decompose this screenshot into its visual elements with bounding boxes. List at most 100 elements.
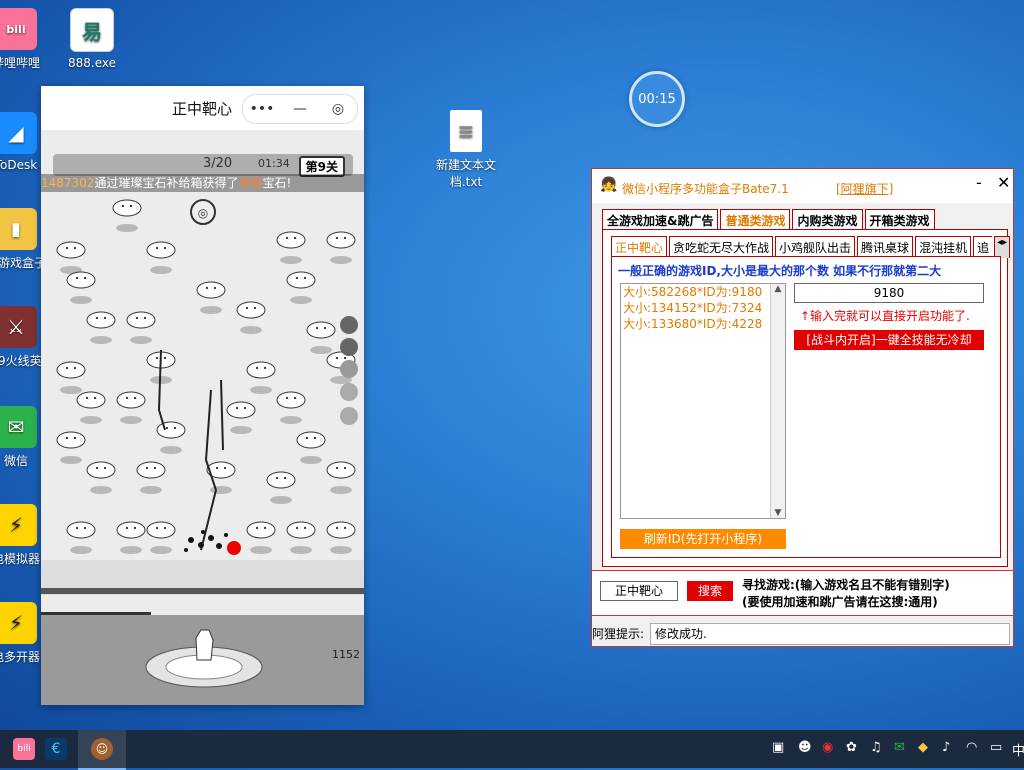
cloud-creature	[306, 321, 336, 339]
cloud-creature	[286, 271, 316, 289]
tab-normal-games[interactable]: 普通类游戏	[720, 209, 791, 231]
weibo-tray-icon[interactable]: ◉	[822, 740, 833, 755]
brand-link[interactable]: [阿狸旗下]	[836, 180, 893, 197]
cloud-creature	[112, 199, 142, 217]
cloud-creature	[146, 521, 176, 539]
taskbar-ide[interactable]: €	[32, 730, 80, 768]
subtab-billiards[interactable]: 腾讯桌球	[857, 236, 914, 258]
game-search-input[interactable]: 正中靶心	[600, 581, 678, 601]
close-button[interactable]: ✕	[997, 173, 1010, 192]
cloud-creature	[266, 471, 296, 489]
bullseye-panel: 一般正确的游戏ID,大小是最大的那个数 如果不行那就第二大 大小:582268*…	[611, 256, 1001, 558]
app-tray-icon[interactable]: ✿	[846, 740, 857, 755]
scrollbar[interactable]: ▲ ▼	[770, 284, 785, 518]
tool-window: 👧 微信小程序多功能盒子Bate7.1 [阿狸旗下] - ✕ 全游戏加速&跳广告…	[591, 168, 1014, 647]
cloud-shadow	[70, 296, 92, 304]
cloud-shadow	[150, 546, 172, 554]
list-item[interactable]: 大小:582268*ID为:9180	[621, 284, 785, 300]
game-scene: ◎	[41, 199, 364, 705]
desktop-icon-label: 哔哩哔哩	[0, 56, 40, 70]
id-input-note: ↑输入完就可以直接开启功能了.	[800, 309, 970, 323]
game-hud: 3/20 01:34 第9关	[53, 154, 353, 177]
status-bar: 阿狸提示: 修改成功.	[592, 623, 1013, 645]
cloud-creature	[246, 521, 276, 539]
more-icon[interactable]: •••	[243, 101, 281, 117]
cloud-shadow	[120, 416, 142, 424]
list-item[interactable]: 大小:134152*ID为:7324	[621, 300, 785, 316]
subtab-snake[interactable]: 贪吃蛇无尽大作战	[669, 236, 774, 258]
subtab-more[interactable]: 追	[973, 236, 993, 258]
avatar-icon: ☺	[91, 738, 113, 760]
cloud-shadow	[270, 496, 292, 504]
scroll-down-icon[interactable]: ▼	[771, 508, 785, 518]
cloud-shadow	[60, 456, 82, 464]
id-hint: 一般正确的游戏ID,大小是最大的那个数 如果不行那就第二大	[618, 264, 942, 278]
cloud-creature	[236, 301, 266, 319]
desktop-icon-888[interactable]: 易 888.exe	[56, 8, 128, 70]
cloud-creature	[56, 361, 86, 379]
game-id-input[interactable]: 9180	[794, 283, 984, 303]
tab-in-app-purchase[interactable]: 内购类游戏	[792, 209, 863, 231]
stage-counter: 3/20	[203, 156, 233, 171]
stage-timer: 01:34	[258, 157, 290, 170]
cloud-creature	[86, 461, 116, 479]
volume-icon[interactable]: ♪	[942, 740, 950, 755]
minimize-button[interactable]: -	[976, 173, 982, 192]
ticker-text: 通过璀璨宝石补给箱获得了	[94, 176, 239, 190]
tab-scroll-arrows-icon[interactable]: ◂▸	[994, 236, 1011, 258]
wifi-icon[interactable]: ◠	[966, 740, 977, 755]
shield-tray-icon[interactable]: ◆	[918, 740, 928, 755]
cloud-shadow	[210, 486, 232, 494]
input-language[interactable]: 中	[1012, 740, 1024, 759]
game-subtabs: 正中靶心 贪吃蛇无尽大作战 小鸡舰队出击 腾讯桌球 混沌挂机 追 ◂▸	[611, 236, 1012, 258]
close-icon[interactable]: ◎	[319, 101, 357, 117]
app-logo-icon: 👧	[600, 177, 618, 193]
emulator-icon: ⚡	[0, 504, 37, 546]
battery-icon[interactable]: ▭	[990, 740, 1002, 755]
search-area: 正中靶心 搜索 寻找游戏:(输入游戏名且不能有错别字) (要使用加速和跳广告请在…	[592, 570, 1013, 616]
tab-panel: 正中靶心 贪吃蛇无尽大作战 小鸡舰队出击 腾讯桌球 混沌挂机 追 ◂▸ 一般正确…	[602, 229, 1011, 567]
desktop-icon-bilibili[interactable]: bili 哔哩哔哩	[0, 8, 52, 71]
bilibili-tray-icon[interactable]: ▣	[772, 740, 784, 755]
list-item[interactable]: 大小:133680*ID为:4228	[621, 316, 785, 332]
ide-icon: €	[45, 738, 67, 760]
cloud-creature	[286, 521, 316, 539]
qq-tray-icon[interactable]: ☻	[798, 740, 812, 755]
cloud-shadow	[70, 546, 92, 554]
taskbar-tool[interactable]: ☺	[78, 730, 126, 770]
cloud-shadow	[330, 546, 352, 554]
cloud-shadow	[330, 256, 352, 264]
cloud-creature	[136, 461, 166, 479]
capsule-menu: ••• — ◎	[242, 94, 358, 124]
headset-tray-icon[interactable]: ♫	[870, 740, 882, 755]
cloud-creature	[196, 281, 226, 299]
main-tabs: 全游戏加速&跳广告 普通类游戏 内购类游戏 开箱类游戏	[602, 209, 937, 231]
desktop-icon-textfile[interactable]: ≡ 新建文本文档.txt	[430, 110, 502, 190]
id-listbox[interactable]: 大小:582268*ID为:9180 大小:134152*ID为:7324 大小…	[620, 283, 786, 519]
wechat-tray-icon[interactable]: ✉	[894, 740, 905, 755]
subtab-chick-fleet[interactable]: 小鸡舰队出击	[775, 236, 856, 258]
tab-speedup-skip-ads[interactable]: 全游戏加速&跳广告	[602, 209, 719, 231]
game-canvas[interactable]: ◎ 3/20 01:34 第9关 1487302通过璀璨宝石补给箱获得了传奇宝石…	[41, 130, 364, 705]
cloud-shadow	[250, 386, 272, 394]
game-icon: ⚔	[0, 306, 37, 348]
cloud-creature	[326, 231, 356, 249]
no-cooldown-button[interactable]: [战斗内开启]一键全技能无冷却	[794, 330, 984, 350]
cloud-shadow	[230, 426, 252, 434]
cloud-shadow	[80, 416, 102, 424]
cloud-creature	[56, 431, 86, 449]
refresh-id-button[interactable]: 刷新ID(先打开小程序)	[620, 529, 786, 549]
floating-timer[interactable]: 00:15	[629, 71, 685, 127]
cloud-creature	[326, 521, 356, 539]
cloud-shadow	[250, 546, 272, 554]
scroll-up-icon[interactable]: ▲	[771, 284, 785, 294]
tool-titlebar: 👧 微信小程序多功能盒子Bate7.1 [阿狸旗下] - ✕	[592, 169, 1013, 203]
search-button[interactable]: 搜索	[687, 581, 733, 601]
tab-box-games[interactable]: 开箱类游戏	[864, 209, 935, 231]
subtab-bullseye[interactable]: 正中靶心	[611, 236, 668, 258]
subtab-chaos-idle[interactable]: 混沌挂机	[915, 236, 972, 258]
minimize-icon[interactable]: —	[281, 101, 319, 117]
bilibili-icon: bili	[0, 8, 37, 50]
ticker-rarity: 传奇	[238, 176, 263, 190]
cloud-creature	[56, 241, 86, 259]
